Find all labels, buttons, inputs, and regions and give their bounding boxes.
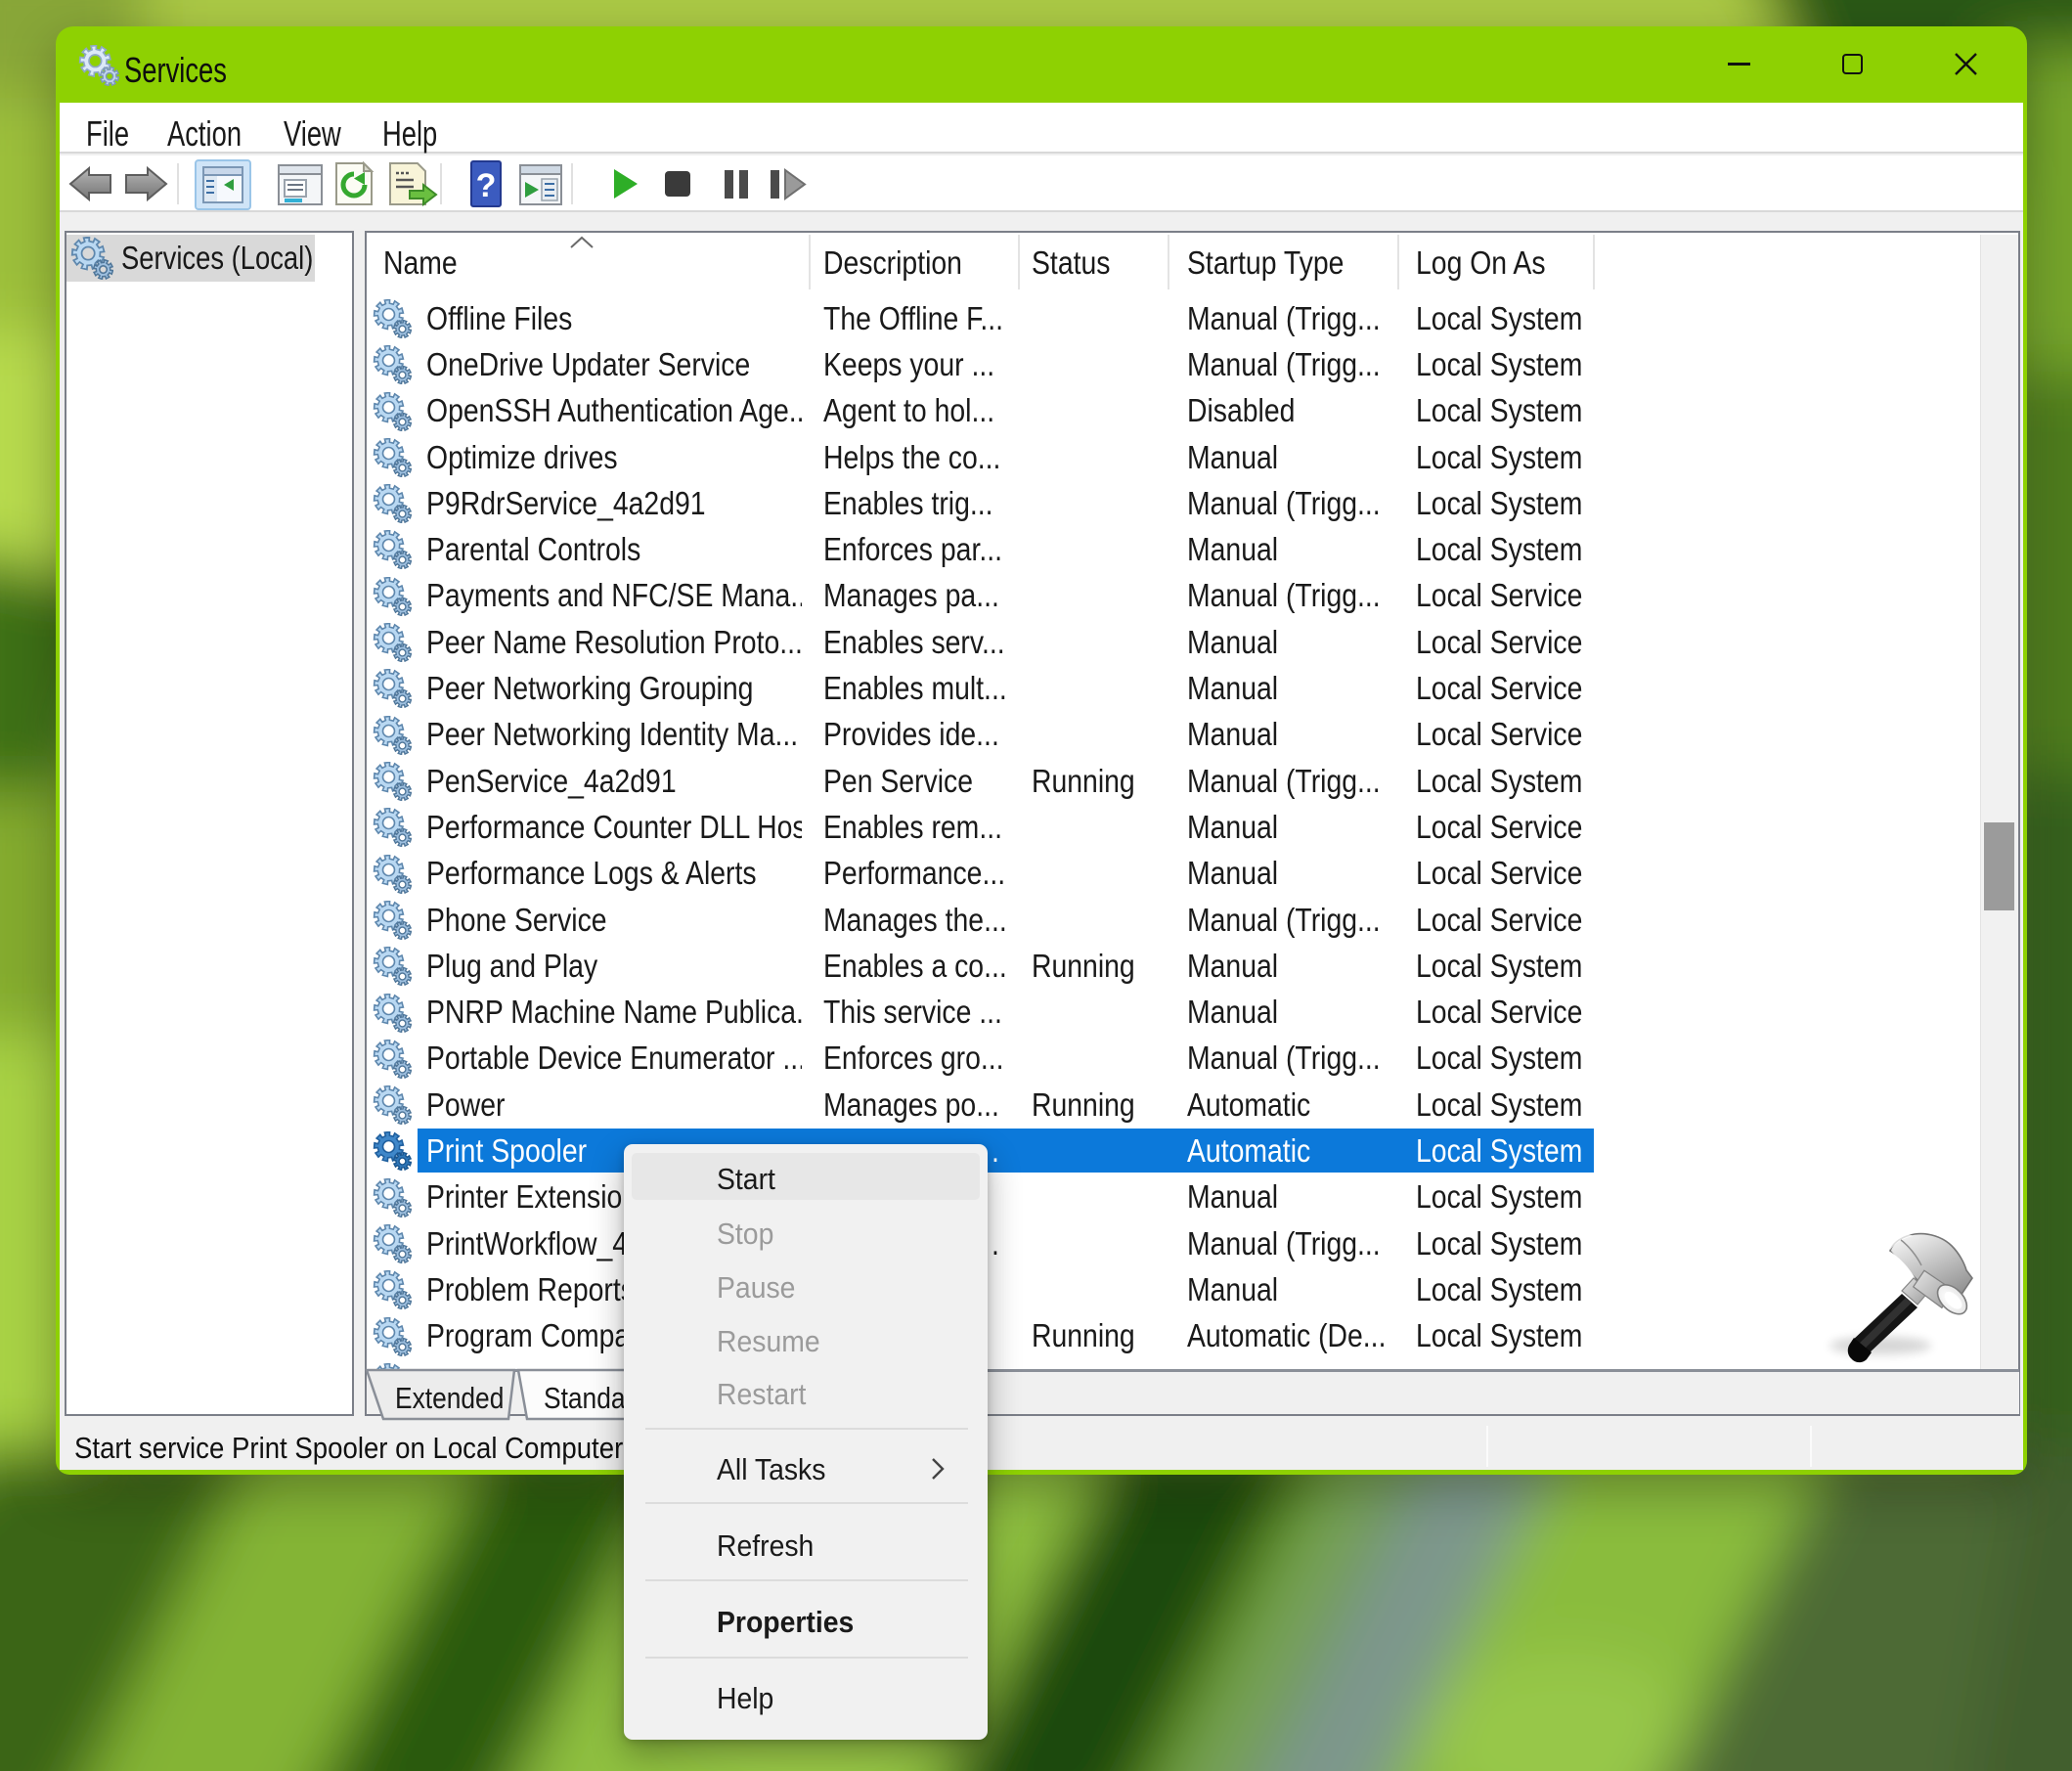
svg-text:?: ? <box>476 167 497 204</box>
